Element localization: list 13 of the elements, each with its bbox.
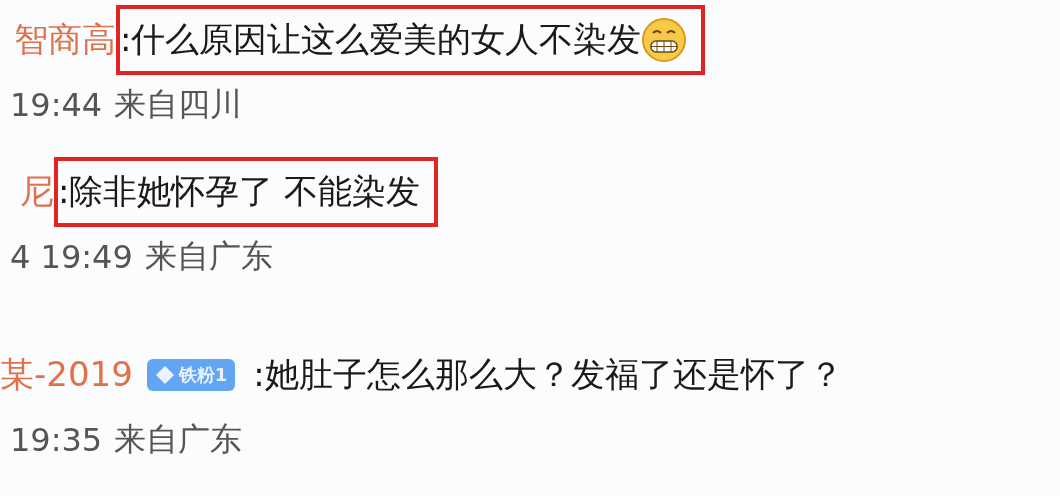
comment-text: :她肚子怎么那么大？发福了还是怀了？ — [253, 353, 843, 396]
username[interactable]: 某-2019 — [0, 352, 133, 398]
comment-location: 来自广东 — [114, 419, 243, 460]
fan-badge: 铁粉1 — [146, 359, 236, 391]
comment-text: :除非她怀孕了 不能染发 — [58, 170, 421, 213]
username[interactable]: 尼 — [20, 169, 54, 215]
comment-text: :什么原因让这么爱美的女人不染发 — [120, 18, 642, 61]
comment-location: 来自四川 — [114, 84, 243, 125]
comment-time: 19:35 — [10, 421, 103, 459]
comment-time: 4 19:49 — [10, 238, 133, 276]
comment-time: 19:44 — [10, 86, 103, 124]
username[interactable]: 智商高 — [14, 17, 116, 63]
comment-location: 来自广东 — [144, 236, 273, 277]
